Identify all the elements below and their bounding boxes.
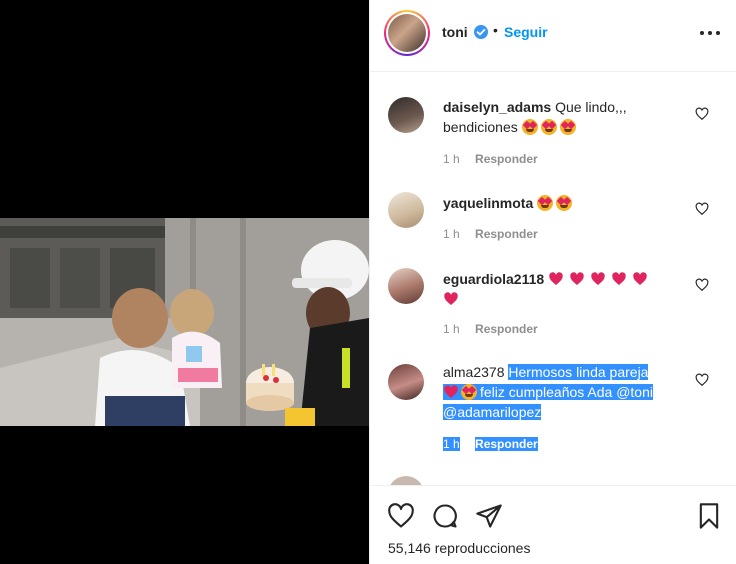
comment-like-heart-icon[interactable] <box>695 202 709 216</box>
emoji-selection <box>443 384 480 400</box>
reply-button[interactable]: Responder <box>475 322 538 336</box>
commenter-username[interactable]: yaquelinmota <box>443 195 533 211</box>
comment-body: yaquelinmota <box>443 193 681 213</box>
comment-like-heart-icon[interactable] <box>695 373 709 387</box>
comment-time: 1 h <box>443 437 460 451</box>
heart-eyes-emoji-icon <box>537 195 554 211</box>
post-header: toni • Seguir <box>370 0 736 72</box>
comment-time: 1 h <box>443 227 460 241</box>
comment-body: alma2378 Hermosos linda pareja feliz cum… <box>443 362 681 422</box>
video-frame-image <box>0 218 369 426</box>
reply-button[interactable]: Responder <box>475 152 538 166</box>
heart-eyes-emoji-icon <box>461 384 477 400</box>
heart-eyes-emoji-icon <box>559 119 576 135</box>
more-options-icon[interactable] <box>700 22 722 42</box>
commenter-avatar[interactable] <box>388 192 424 228</box>
heart-eyes-emoji-icon <box>540 119 557 135</box>
verified-badge-icon <box>474 25 488 39</box>
birthday-scene-illustration <box>0 218 369 426</box>
red-heart-emoji-icon <box>591 272 605 285</box>
comment-meta: 1 h Responder <box>443 322 538 336</box>
comment-meta: 1 h Responder <box>443 227 538 241</box>
header-separator: • <box>493 22 498 38</box>
commenter-avatar[interactable] <box>388 268 424 304</box>
author-username[interactable]: toni <box>442 24 468 40</box>
heart-eyes-emoji-icon <box>556 195 573 211</box>
comment-text-selected: Hermosos linda pareja <box>508 364 649 380</box>
comment-body: eguardiola2118 <box>443 269 681 309</box>
comments-list[interactable]: daiselyn_adams Que lindo,,, bendiciones … <box>370 73 736 485</box>
comment-meta: 1 h Responder <box>443 437 538 451</box>
commenter-avatar[interactable] <box>388 476 424 485</box>
author-avatar[interactable] <box>384 10 430 56</box>
comment-time: 1 h <box>443 152 460 166</box>
red-heart-emoji-icon <box>444 292 458 305</box>
commenter-username[interactable]: alma2378 <box>443 364 505 380</box>
red-heart-emoji-icon <box>633 272 647 285</box>
post-video[interactable] <box>0 0 369 564</box>
commenter-avatar[interactable] <box>388 97 424 133</box>
follow-button[interactable]: Seguir <box>504 24 548 40</box>
red-heart-emoji-icon <box>549 272 563 285</box>
heart-eyes-emoji-icon <box>521 119 538 135</box>
views-label: reproducciones <box>434 540 531 556</box>
views-counter: 55,146 reproducciones <box>388 540 530 556</box>
comment-time: 1 h <box>443 322 460 336</box>
comment-like-heart-icon[interactable] <box>695 107 709 121</box>
red-heart-emoji-icon <box>570 272 584 285</box>
post-side-panel: toni • Seguir daiselyn_adams Que lindo,,… <box>369 0 736 564</box>
commenter-avatar[interactable] <box>388 364 424 400</box>
comment-icon[interactable] <box>431 502 459 530</box>
comment-body: daiselyn_adams Que lindo,,, bendiciones <box>443 97 681 137</box>
bookmark-icon[interactable] <box>695 502 723 530</box>
author-avatar-image <box>388 14 426 52</box>
commenter-username[interactable]: eguardiola2118 <box>443 271 544 287</box>
views-count: 55,146 <box>388 540 431 556</box>
comment-meta: 1 h Responder <box>443 152 538 166</box>
comment-like-heart-icon[interactable] <box>695 278 709 292</box>
reply-button[interactable]: Responder <box>475 227 538 241</box>
share-icon[interactable] <box>475 502 503 530</box>
red-heart-emoji-icon <box>612 272 626 285</box>
heart-icon[interactable] <box>387 502 415 530</box>
commenter-username[interactable]: daiselyn_adams <box>443 99 551 115</box>
reply-button[interactable]: Responder <box>475 437 538 451</box>
red-heart-emoji-icon <box>444 385 458 398</box>
post-actions-bar: 55,146 reproducciones <box>370 485 736 564</box>
